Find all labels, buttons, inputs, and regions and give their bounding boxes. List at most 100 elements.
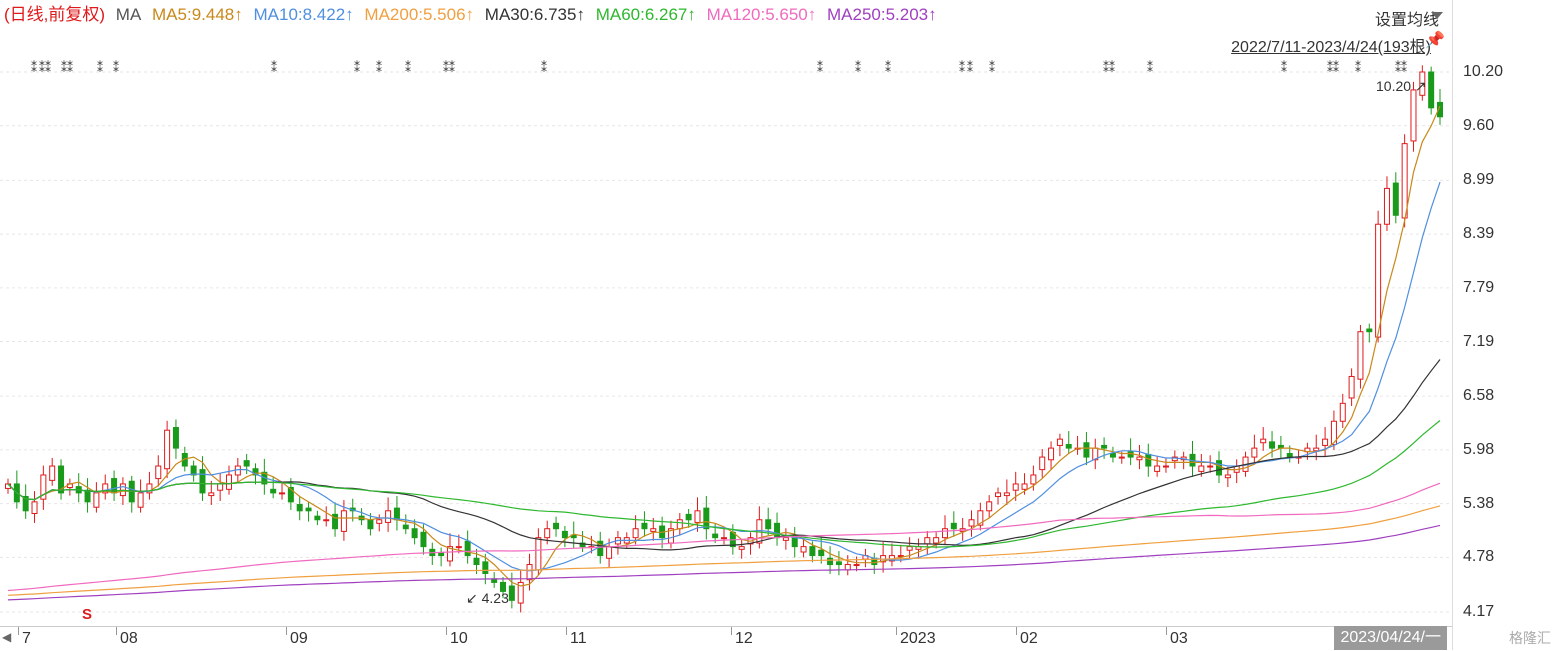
candle-body[interactable] xyxy=(1207,465,1214,468)
candle-body[interactable] xyxy=(774,522,781,539)
candle-body[interactable] xyxy=(1101,444,1108,449)
candle-body[interactable] xyxy=(420,531,427,548)
candle-body[interactable] xyxy=(270,488,277,494)
candle-body[interactable] xyxy=(782,537,789,541)
candle-body[interactable] xyxy=(137,492,144,508)
candle-body[interactable] xyxy=(1216,460,1223,476)
candle-body[interactable] xyxy=(393,507,400,521)
event-marker-icon[interactable]: ⁑ xyxy=(354,60,360,75)
candle-body[interactable] xyxy=(1269,441,1276,449)
candle-body[interactable] xyxy=(606,546,613,559)
candle-body[interactable] xyxy=(1383,187,1390,225)
candle-body[interactable] xyxy=(676,519,683,530)
candle-body[interactable] xyxy=(809,546,816,557)
candle-body[interactable] xyxy=(906,546,913,551)
candle-body[interactable] xyxy=(650,528,657,532)
event-marker-icon[interactable]: ⁑ xyxy=(405,60,411,75)
candle-body[interactable] xyxy=(164,429,171,470)
candle-body[interactable] xyxy=(835,561,842,566)
candle-body[interactable] xyxy=(1322,438,1329,446)
candle-body[interactable] xyxy=(340,510,347,532)
candle-body[interactable] xyxy=(694,510,701,523)
candle-body[interactable] xyxy=(641,522,648,530)
candle-body[interactable] xyxy=(818,549,825,557)
candle-body[interactable] xyxy=(1392,182,1399,216)
event-marker-icon[interactable]: ⁑ xyxy=(97,60,103,75)
candlestick-chart[interactable]: ⁑ ⁑ ⁑ ⁑ ⁑ ⁑ ⁑ ⁑ ⁑ ⁑ ⁑ ⁑ ⁑ ⁑ ⁑ ⁑ ⁑ ⁑ ⁑ ⁑ ⁑ ⁑ ⁑ ⁑ ⁑ ⁑ ⁑ ⁑ ⁑ xyxy=(0,0,1452,626)
candle-body[interactable] xyxy=(1224,474,1231,479)
event-marker-icon[interactable]: ⁑ xyxy=(817,60,823,75)
event-marker-icon[interactable]: ⁑ xyxy=(1281,60,1287,75)
scroll-left-icon[interactable]: ◀ xyxy=(2,630,11,644)
candle-body[interactable] xyxy=(199,469,206,494)
candle-body[interactable] xyxy=(1428,71,1435,109)
candle-body[interactable] xyxy=(1145,453,1152,467)
event-marker-icon[interactable]: ⁑ xyxy=(31,60,37,75)
candle-body[interactable] xyxy=(941,528,948,539)
candle-body[interactable] xyxy=(1375,223,1382,338)
candle-body[interactable] xyxy=(1401,143,1408,219)
event-marker-icon[interactable]: ⁑ xyxy=(113,60,119,75)
event-marker-icon[interactable]: ⁑ xyxy=(959,60,965,75)
event-marker-icon[interactable]: ⁑ xyxy=(541,60,547,75)
candle-body[interactable] xyxy=(924,537,931,545)
candle-body[interactable] xyxy=(84,489,91,503)
candle-body[interactable] xyxy=(986,501,993,512)
candle-body[interactable] xyxy=(1339,402,1346,422)
candle-body[interactable] xyxy=(1118,456,1125,459)
candle-body[interactable] xyxy=(93,492,100,508)
candle-body[interactable] xyxy=(455,546,462,549)
candle-body[interactable] xyxy=(243,460,250,467)
candle-body[interactable] xyxy=(561,530,568,539)
candle-body[interactable] xyxy=(950,522,957,530)
event-marker-icon[interactable]: ⁑ xyxy=(449,60,455,75)
event-marker-icon[interactable]: ⁑ xyxy=(885,60,891,75)
candle-body[interactable] xyxy=(995,492,1002,497)
candle-body[interactable] xyxy=(482,561,489,574)
candle-body[interactable] xyxy=(544,528,551,539)
candle-body[interactable] xyxy=(1012,483,1019,491)
candle-body[interactable] xyxy=(508,585,515,601)
candle-body[interactable] xyxy=(800,546,807,553)
candle-body[interactable] xyxy=(411,528,418,539)
candle-body[interactable] xyxy=(314,515,321,521)
event-marker-icon[interactable]: ⁑ xyxy=(1109,60,1115,75)
candle-body[interactable] xyxy=(1366,328,1373,333)
candle-body[interactable] xyxy=(376,519,383,524)
candle-body[interactable] xyxy=(1030,474,1037,485)
candle-body[interactable] xyxy=(632,528,639,539)
candle-body[interactable] xyxy=(172,427,179,449)
candle-body[interactable] xyxy=(1162,465,1169,468)
candle-body[interactable] xyxy=(712,533,719,539)
candle-body[interactable] xyxy=(1109,452,1116,458)
candle-body[interactable] xyxy=(1136,456,1143,461)
candle-body[interactable] xyxy=(1048,447,1055,461)
event-marker-icon[interactable]: ⁑ xyxy=(67,60,73,75)
candle-body[interactable] xyxy=(31,501,38,514)
candle-body[interactable] xyxy=(1083,442,1090,458)
candle-body[interactable] xyxy=(464,540,471,557)
event-marker-icon[interactable]: ⁑ xyxy=(1401,60,1407,75)
candle-body[interactable] xyxy=(1056,438,1063,446)
candle-body[interactable] xyxy=(526,564,533,581)
event-marker-icon[interactable]: ⁑ xyxy=(271,60,277,75)
candle-body[interactable] xyxy=(367,519,374,530)
candle-body[interactable] xyxy=(217,483,224,491)
candle-body[interactable] xyxy=(296,504,303,512)
candle-body[interactable] xyxy=(721,537,727,540)
event-marker-icon[interactable]: ⁑ xyxy=(989,60,995,75)
candle-body[interactable] xyxy=(1313,447,1320,452)
candle-body[interactable] xyxy=(853,564,860,567)
candle-body[interactable] xyxy=(208,492,215,497)
candle-body[interactable] xyxy=(1198,465,1205,472)
candle-body[interactable] xyxy=(385,510,392,523)
event-marker-icon[interactable]: ⁑ xyxy=(1333,60,1339,75)
candle-body[interactable] xyxy=(473,557,480,566)
candle-body[interactable] xyxy=(1348,375,1355,399)
candle-body[interactable] xyxy=(765,519,772,530)
candle-body[interactable] xyxy=(1357,331,1364,380)
candle-body[interactable] xyxy=(1154,465,1161,472)
candle-body[interactable] xyxy=(535,537,542,571)
candle-body[interactable] xyxy=(402,524,409,530)
candle-body[interactable] xyxy=(1260,438,1267,444)
